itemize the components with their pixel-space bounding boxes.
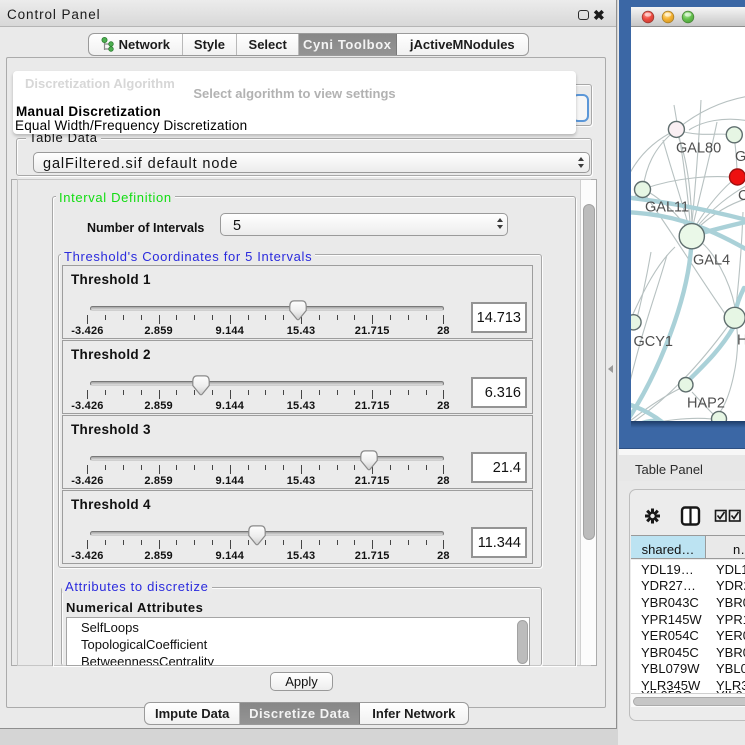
svg-text:C: C <box>738 188 745 204</box>
svg-text:GA: GA <box>735 149 745 165</box>
svg-text:GAL4: GAL4 <box>693 253 730 269</box>
svg-text:GCY1: GCY1 <box>634 334 674 350</box>
svg-text:HA: HA <box>737 333 745 349</box>
svg-text:HAP2: HAP2 <box>687 396 725 412</box>
svg-text:GAL11: GAL11 <box>645 200 689 216</box>
svg-text:GAL80: GAL80 <box>676 141 721 157</box>
